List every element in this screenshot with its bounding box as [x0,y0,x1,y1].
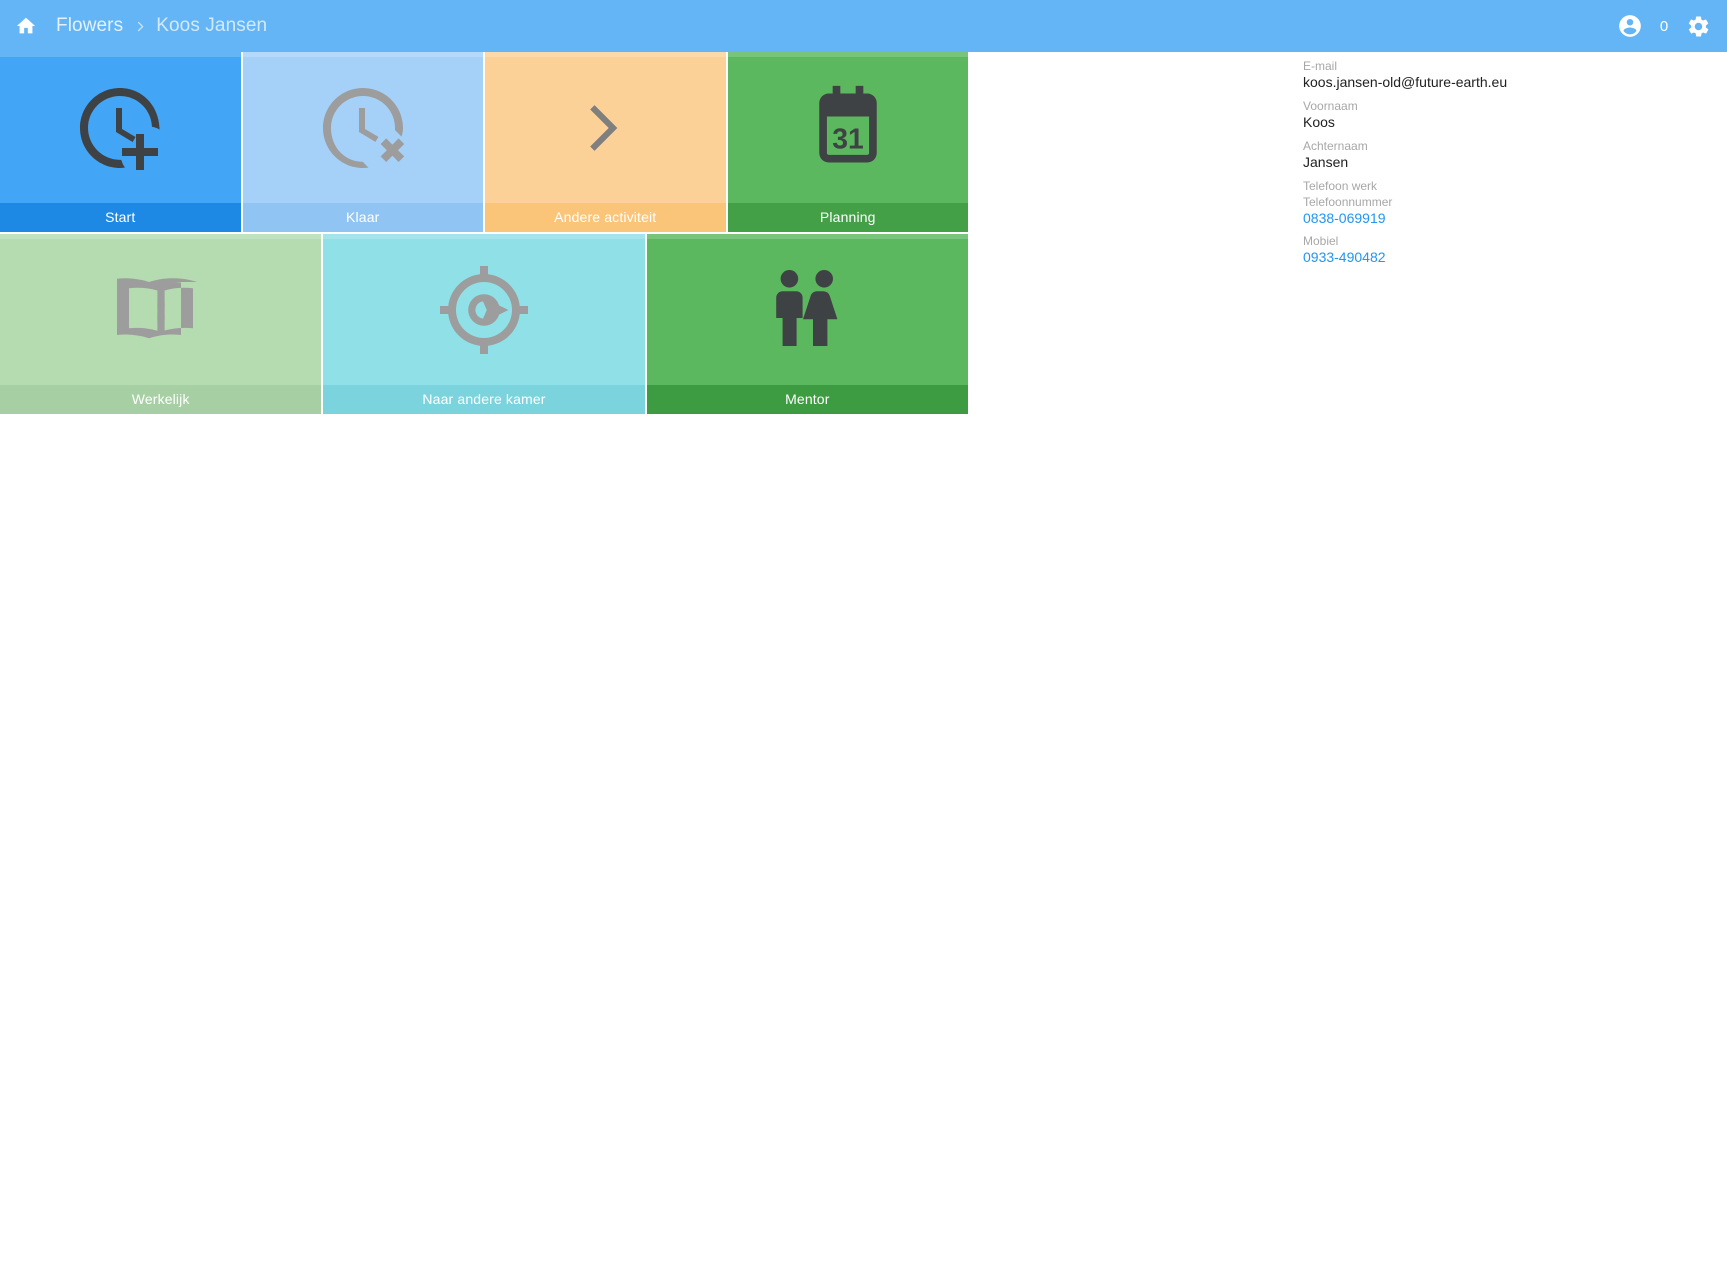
tile-icon-area [323,234,644,385]
detail-field-email: E-mail koos.jansen-old@future-earth.eu [1303,59,1693,91]
tile-icon-area [0,234,321,385]
tile-andere-activiteit[interactable]: Andere activiteit [485,52,726,232]
tile-label-start: Start [0,203,241,232]
detail-label-firstname: Voornaam [1303,99,1358,113]
tile-row: Werkelijk Naar andere kamer Mentor [0,234,970,416]
detail-value-email: koos.jansen-old@future-earth.eu [1303,74,1508,90]
detail-label-workphone: Telefoon werk [1303,179,1378,193]
detail-field-mobile: Mobiel 0933-490482 [1303,234,1693,266]
calendar-31-icon: 31 [802,82,894,174]
person-details-panel: E-mail koos.jansen-old@future-earth.eu V… [1303,59,1693,266]
settings-button[interactable] [1683,11,1713,41]
tile-klaar[interactable]: Klaar [242,52,484,232]
detail-field-firstname: Voornaam Koos [1303,99,1693,131]
chevron-right-icon [132,19,147,34]
detail-value-phonenumber[interactable]: 0838-069919 [1303,210,1693,227]
clock-plus-icon [72,80,168,176]
detail-field-lastname: Achternaam Jansen [1303,139,1693,171]
tile-label-klaar: Klaar [242,203,483,232]
account-button[interactable] [1615,11,1645,41]
detail-label-lastname: Achternaam [1303,139,1368,153]
clock-remove-icon [315,80,411,176]
tile-start[interactable]: Start [0,52,241,232]
gear-icon [1686,14,1711,39]
breadcrumb-item-flowers[interactable]: Flowers [56,15,123,37]
notification-count: 0 [1659,17,1669,35]
home-button[interactable] [8,8,44,44]
tile-icon-area [0,52,241,203]
tile-label-werkelijk: Werkelijk [0,385,322,414]
tile-label-mentor: Mentor [646,385,968,414]
open-book-icon [113,262,209,358]
main-content: Start Klaar Andere activiteit 31 Plannin… [0,52,1727,1283]
detail-label-email: E-mail [1303,59,1338,73]
tile-label-planning: Planning [727,203,968,232]
tile-label-andere-activiteit: Andere activiteit [485,203,726,232]
tile-icon-area [647,234,968,385]
tile-icon-area: 31 [728,52,969,203]
chevron-right-icon [568,91,642,165]
account-circle-icon [1617,13,1643,39]
detail-field-workphone: Telefoon werk Telefoonnummer 0838-069919 [1303,179,1693,227]
breadcrumb-item-koos-jansen[interactable]: Koos Jansen [156,15,267,37]
tile-icon-area [243,52,484,203]
app-header-bar: Flowers Koos Jansen 0 [0,0,1727,52]
gps-arrow-icon [436,262,532,358]
detail-label-mobile: Mobiel [1303,234,1339,248]
tile-planning[interactable]: 31 Planning [727,52,969,232]
detail-value-lastname: Jansen [1303,154,1349,170]
detail-value-firstname: Koos [1303,114,1335,130]
tile-row: Start Klaar Andere activiteit 31 Plannin… [0,52,970,234]
people-man-woman-icon [759,262,855,358]
tile-icon-area [485,52,726,203]
tile-naar-andere-kamer[interactable]: Naar andere kamer [323,234,645,414]
breadcrumb: Flowers Koos Jansen [56,15,1615,37]
action-tile-grid: Start Klaar Andere activiteit 31 Plannin… [0,52,970,416]
tile-werkelijk[interactable]: Werkelijk [0,234,322,414]
svg-text:31: 31 [832,123,864,155]
detail-value-mobile[interactable]: 0933-490482 [1303,249,1693,266]
app-header-actions: 0 [1615,11,1713,41]
detail-label-phonenumber: Telefoonnummer [1303,195,1393,209]
tile-label-naar-andere-kamer: Naar andere kamer [323,385,645,414]
tile-mentor[interactable]: Mentor [646,234,968,414]
home-icon [15,15,37,37]
